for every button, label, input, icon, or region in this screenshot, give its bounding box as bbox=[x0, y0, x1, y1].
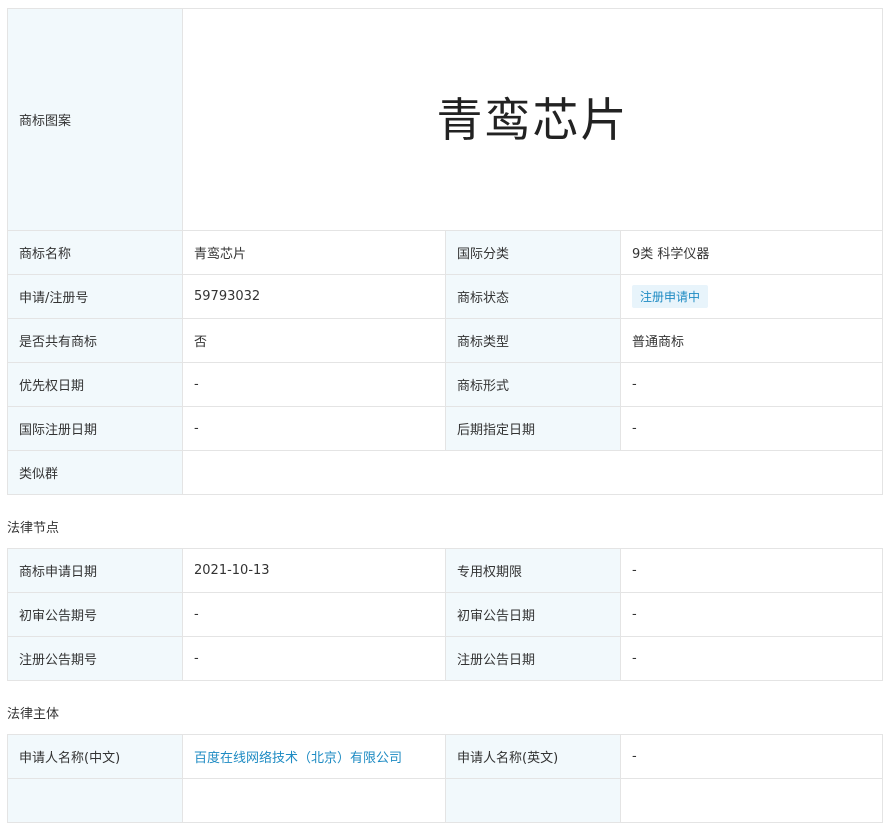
trademark-basic-table: 商标图案 青鸾芯片 商标名称 青鸾芯片 国际分类 9类 科学仪器 申请/注册号 … bbox=[7, 8, 884, 495]
legal-nodes-table: 商标申请日期 2021-10-13 专用权期限 - 初审公告期号 - 初审公告日… bbox=[7, 548, 883, 681]
legal-subject-table: 申请人名称(中文) 百度在线网络技术（北京）有限公司 申请人名称(英文) - bbox=[7, 734, 883, 823]
prelim-issue-date-label: 初审公告日期 bbox=[445, 592, 621, 637]
later-designation-date-label: 后期指定日期 bbox=[445, 406, 621, 451]
trademark-name-value: 青鸾芯片 bbox=[182, 230, 446, 275]
later-designation-date-value: - bbox=[619, 406, 884, 451]
shared-trademark-label: 是否共有商标 bbox=[7, 318, 183, 363]
similar-group-label: 类似群 bbox=[7, 450, 183, 495]
reg-number-value: 59793032 bbox=[182, 274, 446, 319]
legal-nodes-title: 法律节点 bbox=[7, 521, 60, 536]
prelim-issue-date-value: - bbox=[620, 592, 883, 637]
exclusive-term-label: 专用权期限 bbox=[445, 548, 621, 593]
prelim-issue-number-value: - bbox=[182, 592, 446, 637]
intl-class-value: 9类 科学仪器 bbox=[619, 230, 884, 275]
trademark-status-label: 商标状态 bbox=[445, 274, 621, 319]
reg-issue-date-label: 注册公告日期 bbox=[445, 636, 621, 681]
applicant-name-en-label: 申请人名称(英文) bbox=[445, 734, 621, 779]
trademark-image-label: 商标图案 bbox=[7, 8, 183, 231]
trademark-form-value: - bbox=[619, 362, 884, 407]
trademark-status-cell: 注册申请中 bbox=[619, 274, 884, 319]
reg-issue-number-value: - bbox=[182, 636, 446, 681]
trademark-form-label: 商标形式 bbox=[445, 362, 621, 407]
application-date-value: 2021-10-13 bbox=[182, 548, 446, 593]
intl-reg-date-value: - bbox=[182, 406, 446, 451]
next-row-value bbox=[182, 778, 446, 823]
next-row-label bbox=[7, 778, 183, 823]
next-row-value-2 bbox=[620, 778, 883, 823]
trademark-type-value: 普通商标 bbox=[619, 318, 884, 363]
similar-group-value bbox=[181, 450, 884, 495]
applicant-name-cn-label: 申请人名称(中文) bbox=[7, 734, 183, 779]
reg-number-label: 申请/注册号 bbox=[7, 274, 183, 319]
priority-date-label: 优先权日期 bbox=[7, 362, 183, 407]
intl-class-label: 国际分类 bbox=[445, 230, 621, 275]
trademark-type-label: 商标类型 bbox=[445, 318, 621, 363]
trademark-logo-image: 青鸾芯片 bbox=[436, 92, 629, 147]
trademark-name-label: 商标名称 bbox=[7, 230, 183, 275]
applicant-name-en-value: - bbox=[620, 734, 883, 779]
priority-date-value: - bbox=[182, 362, 446, 407]
status-badge: 注册申请中 bbox=[632, 285, 709, 308]
intl-reg-date-label: 国际注册日期 bbox=[7, 406, 183, 451]
reg-issue-number-label: 注册公告期号 bbox=[7, 636, 183, 681]
applicant-name-cn-cell: 百度在线网络技术（北京）有限公司 bbox=[182, 734, 446, 779]
prelim-issue-number-label: 初审公告期号 bbox=[7, 592, 183, 637]
exclusive-term-value: - bbox=[620, 548, 883, 593]
next-row-label-2 bbox=[445, 778, 621, 823]
shared-trademark-value: 否 bbox=[182, 318, 446, 363]
reg-issue-date-value: - bbox=[620, 636, 883, 681]
trademark-image-cell: 青鸾芯片 bbox=[181, 8, 884, 231]
legal-subject-title: 法律主体 bbox=[7, 707, 60, 722]
application-date-label: 商标申请日期 bbox=[7, 548, 183, 593]
applicant-name-cn-link[interactable]: 百度在线网络技术（北京）有限公司 bbox=[194, 751, 402, 766]
